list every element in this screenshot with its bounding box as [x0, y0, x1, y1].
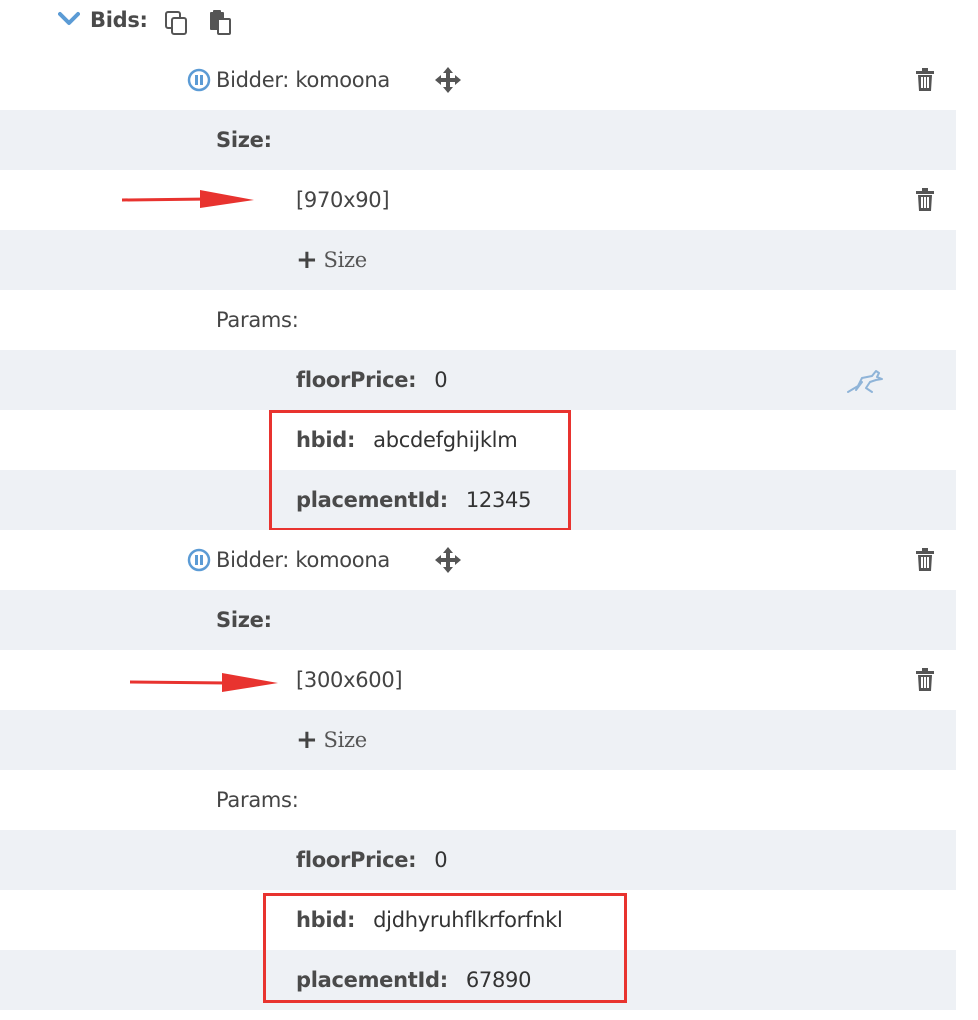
- add-size-row: + Size: [0, 230, 956, 290]
- param-item[interactable]: placementId: 67890: [296, 968, 531, 992]
- delete-size-icon[interactable]: [914, 187, 936, 213]
- param-key: hbid:: [296, 428, 356, 452]
- params-label: Params:: [216, 308, 299, 332]
- param-key: placementId:: [296, 488, 448, 512]
- param-row: placementId: 67890: [0, 950, 956, 1010]
- size-header-row: Size:: [0, 110, 956, 170]
- size-label: Size:: [216, 608, 272, 632]
- add-size-row: + Size: [0, 710, 956, 770]
- size-value[interactable]: [300x600]: [296, 668, 403, 692]
- param-value[interactable]: 12345: [466, 488, 532, 512]
- param-value[interactable]: djdhyruhflkrforfnkl: [373, 908, 563, 932]
- plus-icon: +: [296, 245, 318, 275]
- add-size-label: Size: [323, 728, 368, 752]
- deer-icon: [847, 370, 883, 393]
- bids-header: Bids:: [0, 0, 978, 48]
- params-header-row: Params:: [0, 290, 956, 350]
- annotation-arrow: [129, 673, 278, 692]
- param-value[interactable]: 67890: [466, 968, 532, 992]
- delete-bidder-icon[interactable]: [914, 547, 936, 573]
- bidder-row: Bidder: komoona: [0, 530, 956, 590]
- pause-icon[interactable]: [187, 68, 211, 92]
- param-item[interactable]: hbid: abcdefghijklm: [296, 428, 518, 452]
- copy-icon[interactable]: [164, 10, 188, 36]
- move-icon[interactable]: [434, 546, 462, 574]
- size-value-row: [300x600]: [0, 650, 956, 710]
- param-row: hbid: djdhyruhflkrforfnkl: [0, 890, 956, 950]
- bidder-row: Bidder: komoona: [0, 50, 956, 110]
- param-row: hbid: abcdefghijklm: [0, 410, 956, 470]
- param-value[interactable]: abcdefghijklm: [373, 428, 518, 452]
- param-key: placementId:: [296, 968, 448, 992]
- plus-icon: +: [296, 725, 318, 755]
- pause-icon[interactable]: [187, 548, 211, 572]
- param-key: floorPrice:: [296, 848, 417, 872]
- param-key: hbid:: [296, 908, 356, 932]
- param-row: floorPrice: 0: [0, 830, 956, 890]
- param-item[interactable]: floorPrice: 0: [296, 368, 448, 392]
- param-value[interactable]: 0: [434, 848, 447, 872]
- param-item[interactable]: hbid: djdhyruhflkrforfnkl: [296, 908, 563, 932]
- size-value[interactable]: [970x90]: [296, 188, 390, 212]
- params-header-row: Params:: [0, 770, 956, 830]
- add-size-button[interactable]: + Size: [296, 725, 367, 755]
- add-size-label: Size: [323, 248, 368, 272]
- param-item[interactable]: floorPrice: 0: [296, 848, 448, 872]
- annotation-arrow: [121, 190, 254, 208]
- bidder-label: Bidder: komoona: [216, 68, 390, 92]
- param-value[interactable]: 0: [434, 368, 447, 392]
- add-size-button[interactable]: + Size: [296, 245, 367, 275]
- chevron-down-icon[interactable]: [58, 11, 80, 27]
- size-label: Size:: [216, 128, 272, 152]
- param-row: floorPrice: 0: [0, 350, 956, 410]
- size-value-row: [970x90]: [0, 170, 956, 230]
- paste-icon[interactable]: [208, 10, 232, 36]
- param-row: placementId: 12345: [0, 470, 956, 530]
- param-key: floorPrice:: [296, 368, 417, 392]
- delete-bidder-icon[interactable]: [914, 67, 936, 93]
- param-item[interactable]: placementId: 12345: [296, 488, 531, 512]
- bids-title: Bids:: [90, 8, 148, 32]
- params-label: Params:: [216, 788, 299, 812]
- move-icon[interactable]: [434, 66, 462, 94]
- bidder-label: Bidder: komoona: [216, 548, 390, 572]
- size-header-row: Size:: [0, 590, 956, 650]
- delete-size-icon[interactable]: [914, 667, 936, 693]
